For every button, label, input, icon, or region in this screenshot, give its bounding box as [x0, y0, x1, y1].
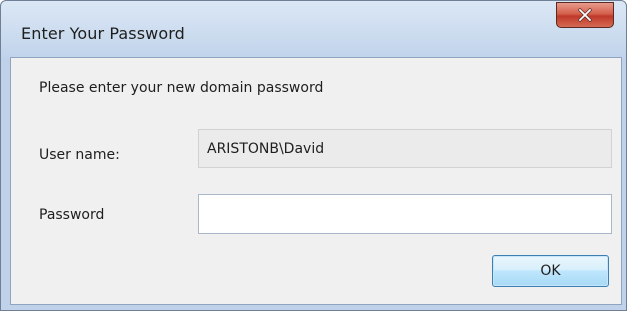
instructions-text: Please enter your new domain password	[39, 80, 324, 96]
ok-button[interactable]: OK	[492, 255, 609, 287]
window-title: Enter Your Password	[21, 24, 185, 43]
username-field: ARISTONB\David	[198, 129, 612, 168]
close-x-icon	[578, 8, 592, 22]
username-label: User name:	[39, 147, 120, 163]
password-input[interactable]	[198, 194, 612, 234]
dialog-client-area: Please enter your new domain password Us…	[10, 57, 622, 305]
dialog-window: Enter Your Password Please enter your ne…	[0, 0, 627, 311]
title-bar[interactable]: Enter Your Password	[1, 1, 626, 57]
close-button[interactable]	[556, 2, 614, 28]
password-label: Password	[39, 207, 105, 223]
